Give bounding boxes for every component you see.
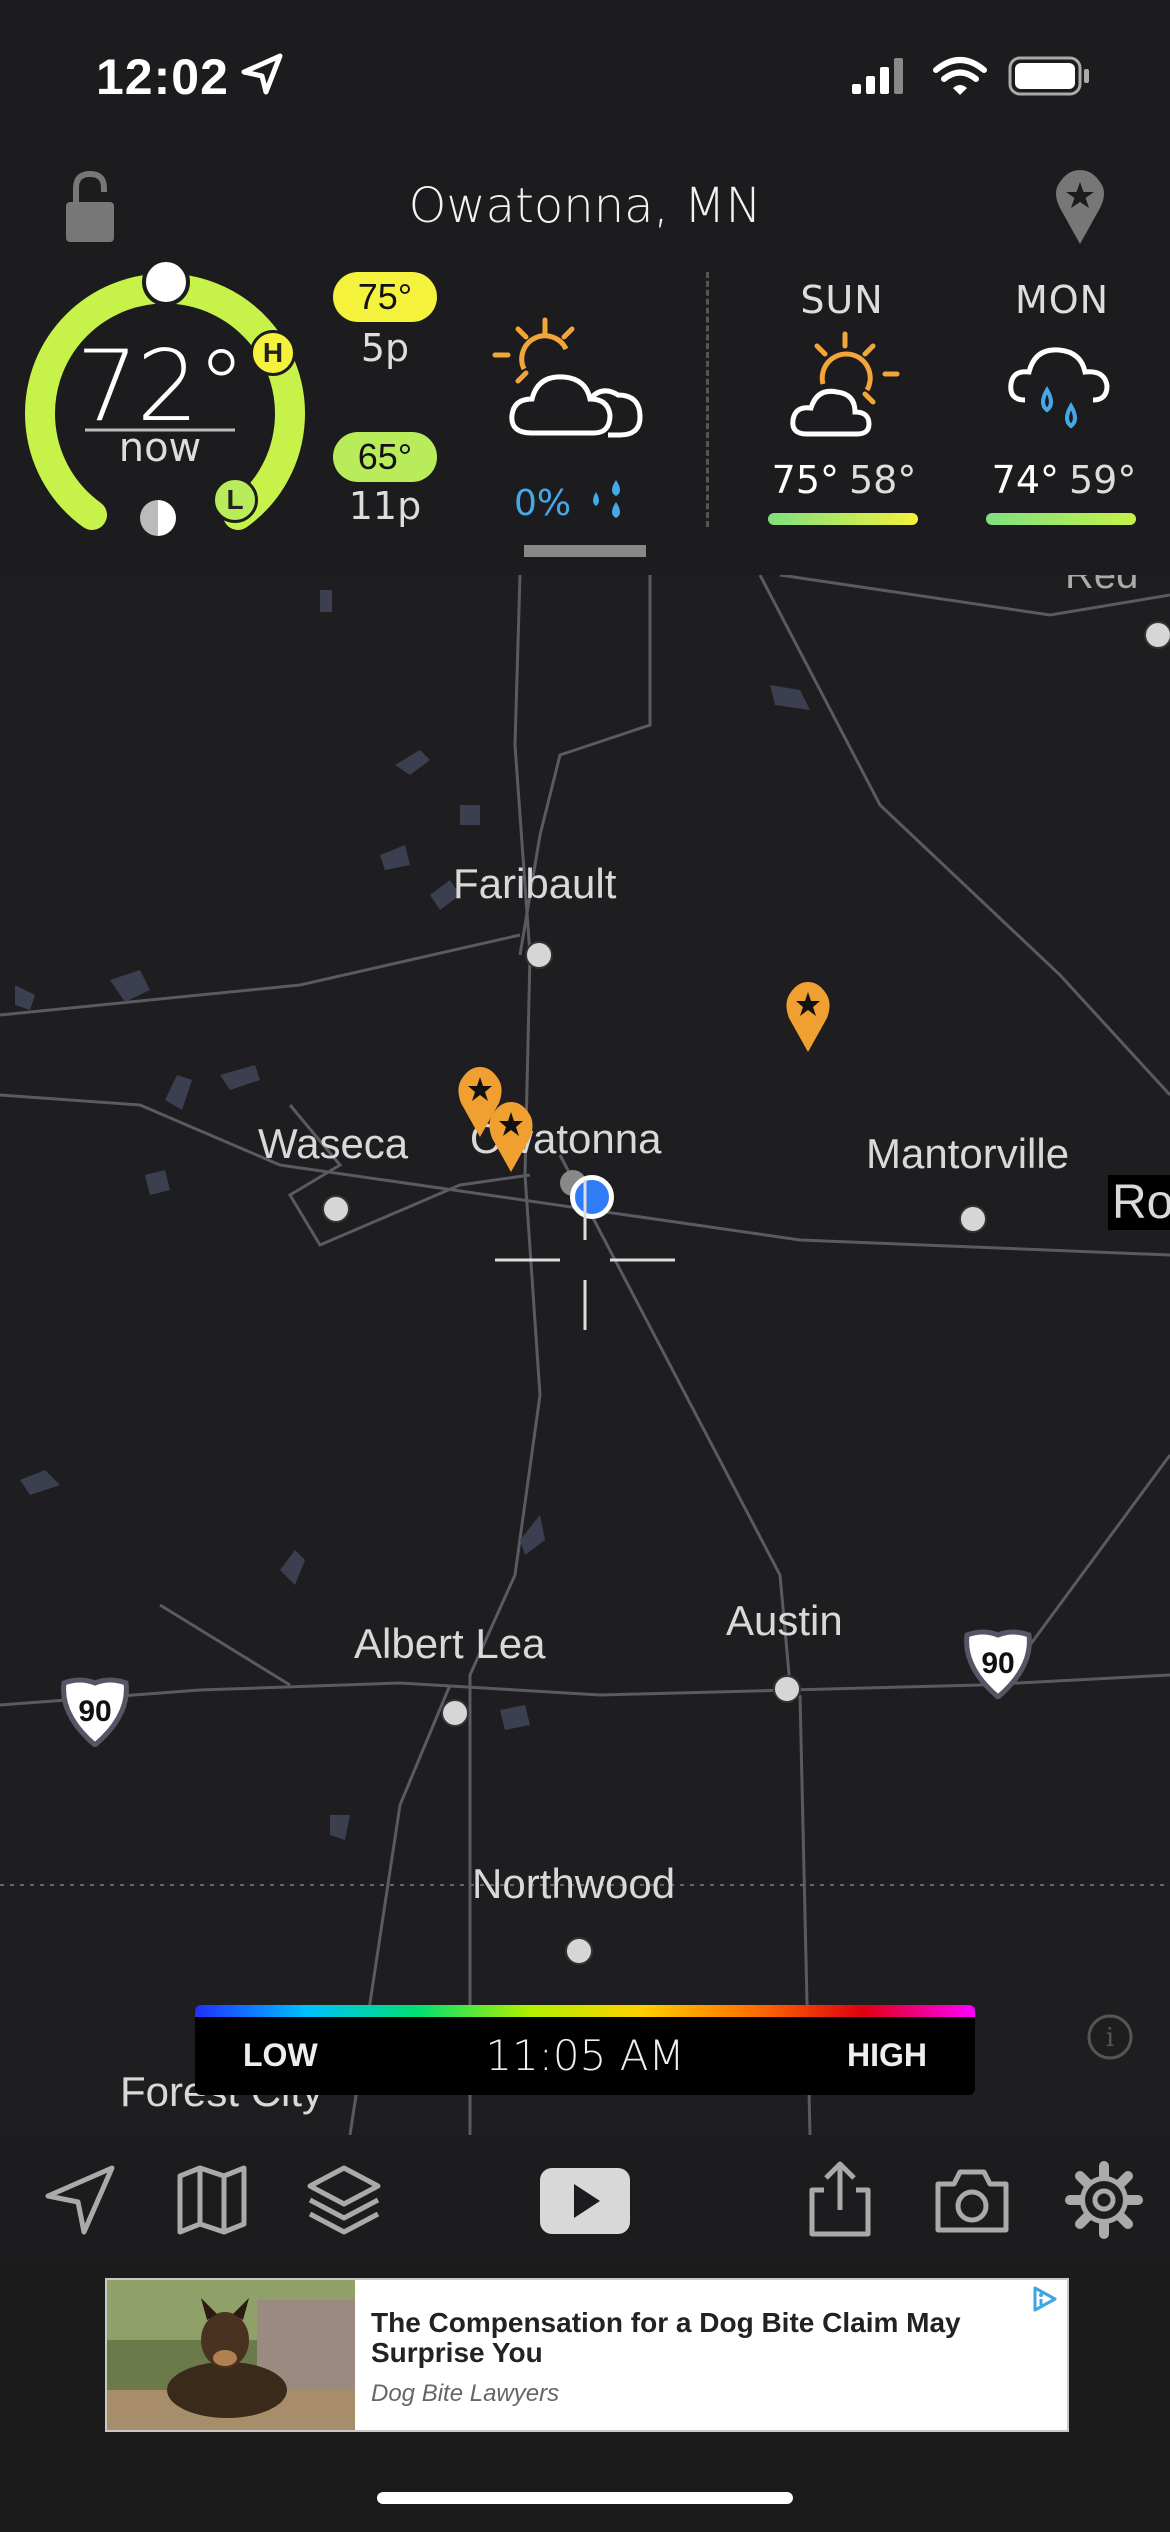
forecast-day-label: MON <box>1014 278 1110 322</box>
city-label-faribault: Faribault <box>453 860 617 907</box>
ad-image-dog <box>107 2280 355 2430</box>
radar-legend[interactable]: LOW 11:05 AM HIGH <box>195 2005 975 2095</box>
current-conditions-indicator <box>524 545 646 557</box>
forecast-high: 74° <box>991 458 1059 502</box>
high-temp-time: 5p <box>360 326 410 370</box>
status-time: 12:02 <box>96 49 229 105</box>
ad-banner[interactable]: The Compensation for a Dog Bite Claim Ma… <box>105 2278 1069 2432</box>
home-indicator[interactable] <box>377 2492 793 2504</box>
forecast-temp-bar <box>986 513 1136 525</box>
map-button-icon[interactable] <box>172 2160 252 2240</box>
legend-high-label: HIGH <box>847 2037 927 2073</box>
forecast-day-label: SUN <box>800 278 884 322</box>
city-dot <box>959 1205 987 1233</box>
low-position-knob <box>140 500 176 536</box>
low-temp-pill: 65° <box>333 432 437 482</box>
storm-report-marker-icon[interactable] <box>783 980 833 1055</box>
city-label-mantorville: Mantorville <box>866 1130 1070 1177</box>
crosshair-icon <box>495 1180 675 1330</box>
city-label-austin: Austin <box>726 1597 843 1644</box>
location-title[interactable]: Owatonna, MN <box>0 178 1170 234</box>
low-badge: L <box>212 477 258 523</box>
favorite-location-pin-icon[interactable] <box>1052 168 1108 246</box>
city-label-albert-lea: Albert Lea <box>354 1620 546 1667</box>
current-temp-label: now <box>118 425 202 471</box>
precip-chance: 0% <box>514 483 572 524</box>
ad-source: Dog Bite Lawyers <box>371 2380 560 2407</box>
city-dot <box>322 1195 350 1223</box>
city-dot <box>1144 621 1170 649</box>
location-arrow-icon <box>241 53 283 95</box>
layers-button-icon[interactable] <box>304 2160 384 2240</box>
city-label-waseca: Waseca <box>258 1120 409 1167</box>
radar-map[interactable]: Faribault Waseca Owatonna Mantorville Al… <box>0 575 1170 2135</box>
forecast-divider <box>706 272 709 527</box>
play-button-icon[interactable] <box>538 2166 632 2236</box>
city-dot <box>565 1937 593 1965</box>
partly-sunny-icon <box>790 331 900 437</box>
svg-text:i: i <box>1106 2023 1114 2053</box>
settings-gear-icon[interactable] <box>1064 2160 1144 2240</box>
partly-cloudy-icon <box>492 317 643 438</box>
forecast-temps: 74° 59° <box>974 458 1154 502</box>
rain-cloud-icon <box>1008 347 1110 429</box>
camera-button-icon[interactable] <box>932 2160 1012 2240</box>
ad-title: The Compensation for a Dog Bite Claim Ma… <box>371 2307 961 2368</box>
interstate-shield-icon: 90 <box>61 1677 129 1747</box>
high-temp-pill: 75° <box>333 272 437 322</box>
interstate-shield-label: 90 <box>78 1695 111 1728</box>
location-button-icon[interactable] <box>40 2160 120 2240</box>
wifi-icon <box>933 57 987 95</box>
raindrops-icon <box>593 480 620 518</box>
storm-report-marker-icon[interactable] <box>486 1100 536 1175</box>
forecast-high: 75° <box>771 458 839 502</box>
signal-icon <box>852 58 903 94</box>
current-position-knob <box>142 258 190 306</box>
city-label-red-wing: Red <box>1065 575 1139 597</box>
low-temp-time: 11p <box>348 484 422 528</box>
city-dot <box>525 941 553 969</box>
forecast-low: 59° <box>1069 458 1137 502</box>
forecast-temp-bar <box>768 513 918 525</box>
city-dot <box>441 1699 469 1727</box>
forecast-temps: 75° 58° <box>754 458 934 502</box>
ad-choices-icon[interactable] <box>1029 2284 1059 2314</box>
interstate-shield-label: 90 <box>981 1647 1014 1680</box>
city-dot <box>773 1675 801 1703</box>
info-icon[interactable]: i <box>1085 2012 1135 2062</box>
city-label-northwood: Northwood <box>472 1860 676 1907</box>
battery-icon <box>1008 56 1089 96</box>
interstate-shield-icon: 90 <box>964 1629 1032 1699</box>
forecast-low: 58° <box>849 458 917 502</box>
city-label-rochester: Ro <box>1108 1175 1170 1230</box>
share-button-icon[interactable] <box>800 2160 880 2240</box>
legend-gradient <box>195 2005 975 2017</box>
